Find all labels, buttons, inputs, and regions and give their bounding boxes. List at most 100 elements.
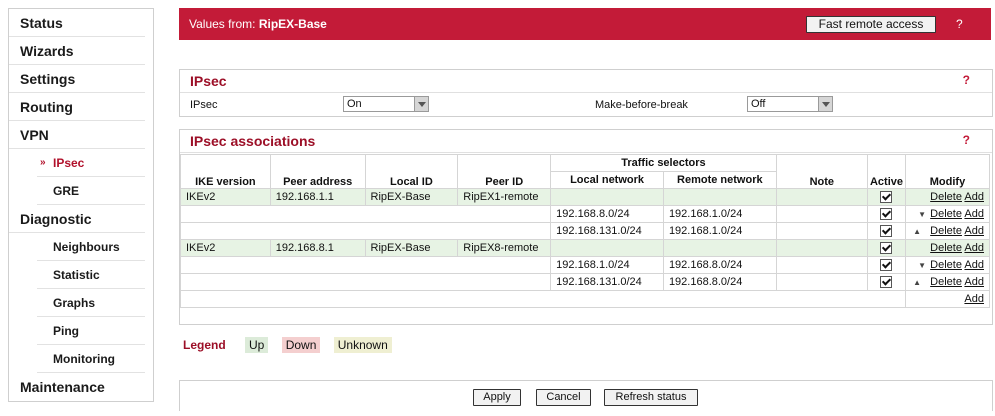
ipsec-select-value: On [347, 98, 362, 110]
cell-note [775, 205, 868, 223]
cell-note [775, 239, 868, 257]
cell-remote-network: 192.168.1.0/24 [662, 222, 777, 240]
col-local-id: Local ID [364, 154, 459, 189]
nav-settings[interactable]: Settings [9, 65, 145, 93]
add-link[interactable]: Add [964, 191, 984, 203]
move-up-icon[interactable]: ▲ [913, 278, 927, 287]
cell-empty [179, 205, 552, 223]
col-note: Note [775, 154, 868, 189]
nav-gre[interactable]: GRE [37, 177, 145, 205]
table-row-peer: IKEv2 192.168.1.1 RipEX-Base RipEX1-remo… [180, 188, 990, 206]
delete-link[interactable]: Delete [930, 225, 962, 237]
nav-status[interactable]: Status [9, 9, 145, 37]
cell-modify: ▼ Delete Add [905, 205, 990, 223]
header-row-top: IKE version Peer address Local ID Peer I… [180, 154, 990, 189]
add-link[interactable]: Add [964, 276, 984, 288]
cell-modify: Delete Add [905, 239, 990, 257]
header-help-icon[interactable]: ? [956, 17, 963, 31]
active-checkbox[interactable] [880, 276, 893, 289]
nav-statistic[interactable]: Statistic [37, 261, 145, 289]
apply-button[interactable]: Apply [473, 389, 521, 406]
table-row-selector: 192.168.131.0/24 192.168.1.0/24 ▲ Delete… [179, 222, 990, 240]
active-checkbox[interactable] [880, 191, 893, 204]
add-link[interactable]: Add [964, 208, 984, 220]
add-link[interactable]: Add [964, 242, 984, 254]
nav-ipsec[interactable]: » IPsec [37, 149, 145, 177]
move-up-icon[interactable]: ▲ [913, 227, 927, 236]
add-link[interactable]: Add [964, 259, 984, 271]
legend-title: Legend [183, 338, 226, 352]
mbb-select[interactable]: Off [747, 96, 833, 112]
associations-panel-title: IPsec associations [190, 133, 316, 149]
col-modify: Modify [905, 154, 990, 189]
active-checkbox[interactable] [880, 225, 893, 238]
table-row-selector: 192.168.8.0/24 192.168.1.0/24 ▼ Delete A… [179, 205, 990, 223]
nav-maintenance[interactable]: Maintenance [9, 373, 145, 401]
mbb-select-value: Off [751, 98, 766, 110]
cell-note [775, 273, 868, 291]
cell-active [866, 256, 907, 274]
nav-ping[interactable]: Ping [37, 317, 145, 345]
nav-routing[interactable]: Routing [9, 93, 145, 121]
cell-active [866, 273, 907, 291]
nav-graphs[interactable]: Graphs [37, 289, 145, 317]
nav-vpn[interactable]: VPN [9, 121, 145, 149]
values-from-label: Values from: [189, 17, 256, 31]
cell-remote-network: 192.168.8.0/24 [662, 273, 777, 291]
ipsec-panel-title: IPsec [190, 73, 227, 89]
fast-remote-access-button[interactable]: Fast remote access [806, 16, 936, 33]
cell-ike: IKEv2 [180, 188, 271, 206]
ipsec-select[interactable]: On [343, 96, 429, 112]
nav-diagnostic[interactable]: Diagnostic [9, 205, 145, 233]
cell-local-network: 192.168.131.0/24 [550, 273, 664, 291]
add-link[interactable]: Add [964, 225, 984, 237]
nav-monitoring[interactable]: Monitoring [37, 345, 145, 373]
delete-link[interactable]: Delete [930, 242, 962, 254]
cell-local-network [550, 239, 664, 257]
cell-peer-address: 192.168.1.1 [269, 188, 366, 206]
table-row-footer: Add [180, 290, 990, 308]
table-row-selector: 192.168.131.0/24 192.168.8.0/24 ▲ Delete… [179, 273, 990, 291]
delete-link[interactable]: Delete [930, 259, 962, 271]
delete-link[interactable]: Delete [930, 208, 962, 220]
values-from: Values from: RipEX-Base [189, 17, 327, 31]
delete-link[interactable]: Delete [930, 191, 962, 203]
associations-panel-header: IPsec associations ? [180, 130, 992, 153]
move-down-icon[interactable]: ▼ [917, 210, 927, 219]
legend-unknown: Unknown [333, 337, 392, 353]
cell-active [866, 188, 907, 206]
cell-empty [180, 290, 906, 308]
device-name: RipEX-Base [258, 17, 327, 31]
cell-peer-id: RipEX1-remote [457, 188, 552, 206]
associations-panel: IPsec associations ? IKE version Peer ad… [179, 129, 993, 325]
cell-empty [179, 222, 552, 240]
cell-active [866, 239, 907, 257]
cell-empty [179, 256, 552, 274]
cell-note [775, 256, 868, 274]
ipsec-panel-header: IPsec ? [180, 70, 992, 93]
cell-remote-network: 192.168.1.0/24 [662, 205, 777, 223]
active-arrow-icon: » [40, 157, 46, 168]
ipsec-help-icon[interactable]: ? [963, 73, 970, 87]
chevron-down-icon [414, 97, 428, 111]
cell-ike: IKEv2 [180, 239, 271, 257]
active-checkbox[interactable] [880, 208, 893, 221]
active-checkbox[interactable] [880, 242, 893, 255]
cell-empty [179, 273, 552, 291]
refresh-status-button[interactable]: Refresh status [604, 389, 698, 406]
action-bar: Apply Cancel Refresh status [179, 380, 993, 411]
cell-modify: ▼ Delete Add [905, 256, 990, 274]
legend-down: Down [281, 337, 321, 353]
cancel-button[interactable]: Cancel [536, 389, 591, 406]
col-active: Active [866, 154, 907, 189]
active-checkbox[interactable] [880, 259, 893, 272]
add-peer-link[interactable]: Add [964, 293, 984, 305]
delete-link[interactable]: Delete [930, 276, 962, 288]
cell-active [866, 222, 907, 240]
associations-help-icon[interactable]: ? [963, 133, 970, 147]
col-traffic-selectors: Traffic selectors [550, 154, 777, 172]
associations-table: IKE version Peer address Local ID Peer I… [179, 154, 990, 308]
move-down-icon[interactable]: ▼ [917, 261, 927, 270]
nav-wizards[interactable]: Wizards [9, 37, 145, 65]
nav-neighbours[interactable]: Neighbours [37, 233, 145, 261]
